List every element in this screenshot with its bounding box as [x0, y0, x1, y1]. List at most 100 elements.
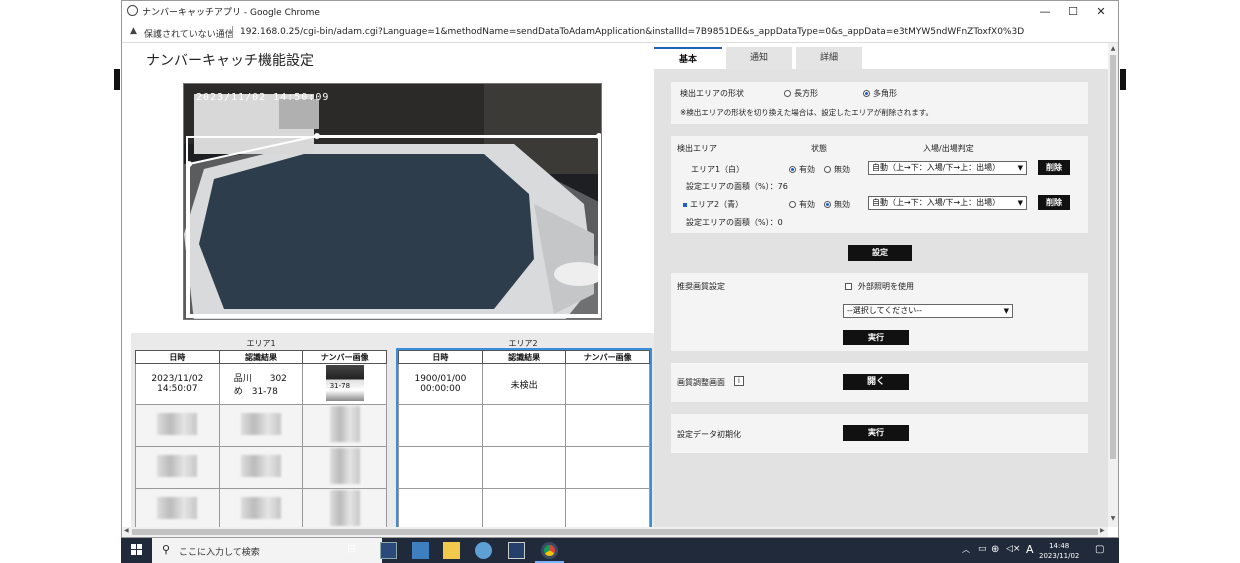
- column-header: ナンバー画像: [302, 350, 387, 364]
- volume-icon[interactable]: ◁×: [1006, 544, 1020, 554]
- col-state-header: 状態: [811, 144, 827, 153]
- notification-icon[interactable]: ▢: [1095, 544, 1104, 555]
- quality-label: 推奨画質設定: [677, 282, 725, 291]
- radio-polygon[interactable]: [863, 90, 870, 97]
- shape-option-rect[interactable]: 長方形: [784, 88, 818, 99]
- ime-indicator[interactable]: A: [1026, 543, 1034, 556]
- radio-area1-on[interactable]: [789, 166, 796, 173]
- area2-delete-button[interactable]: 削除: [1038, 195, 1070, 210]
- clock-date: 2023/11/02: [1039, 552, 1080, 560]
- area2-name: エリア2（青）: [683, 199, 743, 210]
- col-area-header: 検出エリア: [677, 144, 717, 153]
- background-strip: [1120, 69, 1126, 90]
- area1-delete-button[interactable]: 削除: [1038, 160, 1070, 175]
- table-row[interactable]: 2023/11/02 14:50:07 品川 302 め 31-78 31-78: [135, 363, 387, 405]
- area2-on[interactable]: 有効: [789, 199, 815, 210]
- init-panel: 設定データ初期化 実行: [671, 414, 1088, 453]
- quality-run-button[interactable]: 実行: [843, 330, 909, 345]
- task-view-icon[interactable]: ⊟: [347, 542, 364, 559]
- area1-on[interactable]: 有効: [789, 164, 815, 175]
- tab-basic[interactable]: 基本: [654, 47, 722, 69]
- time-text: 00:00:00: [420, 384, 461, 394]
- plate-image-cell[interactable]: 31-78: [302, 363, 387, 405]
- vertical-scrollbar[interactable]: ▲ ▼: [1108, 43, 1118, 527]
- tab-detail[interactable]: 詳細: [796, 47, 862, 69]
- date-text: 2023/11/02: [151, 374, 204, 384]
- date-cell: 2023/11/02 14:50:07: [135, 363, 220, 405]
- scroll-up-icon[interactable]: ▲: [1108, 45, 1118, 52]
- blurred-cell: [218, 446, 304, 489]
- scroll-right-icon[interactable]: ▶: [1100, 527, 1105, 534]
- network-icon[interactable]: ⊕: [991, 544, 999, 555]
- address-bar[interactable]: ▲ 保護されていない通信 192.168.0.25/cgi-bin/adam.c…: [122, 22, 1118, 43]
- radio-area2-off[interactable]: [824, 201, 831, 208]
- scroll-left-icon[interactable]: ◀: [124, 527, 129, 534]
- clock[interactable]: 14:48 2023/11/02: [1039, 541, 1079, 561]
- windows-start-icon[interactable]: [131, 544, 143, 556]
- scroll-down-icon[interactable]: ▼: [1108, 515, 1118, 522]
- area-panel: 検出エリア 状態 入場/出場判定 エリア1（白） 有効 無効 自動（上→下：入場…: [671, 136, 1088, 233]
- chrome-icon[interactable]: [541, 542, 558, 559]
- set-button[interactable]: 設定: [848, 245, 912, 261]
- plate-line2: め 31-78: [233, 387, 278, 397]
- table-row: [398, 404, 650, 447]
- chevron-up-icon[interactable]: ︿: [962, 544, 970, 555]
- external-light-option[interactable]: 外部照明を使用: [845, 281, 914, 292]
- scroll-thumb[interactable]: [1110, 55, 1116, 459]
- shape-option-polygon[interactable]: 多角形: [863, 88, 897, 99]
- table-row: [398, 488, 650, 527]
- table-row: [398, 446, 650, 489]
- app-icon[interactable]: [508, 542, 525, 559]
- browser-icon[interactable]: [475, 542, 492, 559]
- table-row[interactable]: [135, 446, 387, 489]
- title-bar: ナンバーキャッチアプリ - Google Chrome — ☐ ✕: [122, 1, 1118, 22]
- minimize-button[interactable]: —: [1032, 3, 1058, 20]
- url-text[interactable]: 192.168.0.25/cgi-bin/adam.cgi?Language=1…: [240, 27, 1024, 37]
- blurred-cell: [218, 404, 304, 447]
- shape-label: 検出エリアの形状: [680, 89, 744, 98]
- chevron-down-icon: ▼: [1017, 199, 1023, 207]
- app-icon[interactable]: [380, 542, 397, 559]
- init-run-button[interactable]: 実行: [843, 425, 909, 441]
- folder-icon[interactable]: [443, 542, 460, 559]
- table-row[interactable]: 1900/01/00 00:00:00 未検出: [398, 363, 650, 405]
- scroll-thumb[interactable]: [132, 529, 1098, 535]
- shape-panel: 検出エリアの形状 長方形 多角形 ※検出エリアの形状を切り換えた場合は、設定した…: [671, 82, 1088, 124]
- search-placeholder[interactable]: ここに入力して検索: [179, 545, 260, 558]
- quality-select[interactable]: --選択してください-- ▼: [843, 304, 1013, 318]
- horizontal-scrollbar[interactable]: ◀ ▶: [122, 527, 1108, 537]
- area2-marker: [683, 202, 687, 207]
- area2-off[interactable]: 無効: [824, 199, 850, 210]
- close-button[interactable]: ✕: [1088, 3, 1114, 20]
- battery-icon[interactable]: ▭: [978, 544, 987, 554]
- table-row[interactable]: [135, 488, 387, 527]
- maximize-button[interactable]: ☐: [1060, 3, 1086, 20]
- tab-notification[interactable]: 通知: [726, 47, 792, 69]
- column-header: 認識結果: [481, 350, 567, 364]
- clock-time: 14:48: [1049, 542, 1070, 550]
- plate-image[interactable]: 31-78: [325, 364, 364, 401]
- chrome-app-icon: [127, 5, 138, 16]
- warning-icon[interactable]: ▲: [130, 26, 137, 36]
- external-light-checkbox[interactable]: [845, 283, 852, 290]
- security-status[interactable]: 保護されていない通信: [144, 27, 234, 40]
- area2-judge-select[interactable]: 自動（上→下：入場/下→上：出場） ▼: [868, 196, 1027, 210]
- camera-view[interactable]: 2023/11/02 14:50:09: [183, 83, 602, 320]
- table-row[interactable]: [135, 404, 387, 447]
- radio-area2-on[interactable]: [789, 201, 796, 208]
- area1-label: エリア1: [246, 339, 276, 348]
- radio-rect[interactable]: [784, 90, 791, 97]
- window-title: ナンバーキャッチアプリ - Google Chrome: [142, 8, 320, 18]
- info-icon[interactable]: i: [734, 376, 744, 386]
- mail-icon[interactable]: [412, 542, 429, 559]
- plate-result-cell: 品川 302 め 31-78: [218, 363, 304, 405]
- column-header: 日時: [398, 350, 483, 364]
- open-button[interactable]: 開く: [843, 374, 909, 390]
- radio-area1-off[interactable]: [824, 166, 831, 173]
- area2-results-table: 日時 認識結果 ナンバー画像 1900/01/00 00:00:00 未検出: [396, 348, 652, 527]
- divider: [232, 26, 233, 38]
- area1-judge-select[interactable]: 自動（上→下：入場/下→上：出場） ▼: [868, 161, 1027, 175]
- area1-off[interactable]: 無効: [824, 164, 850, 175]
- col-judge-header: 入場/出場判定: [923, 144, 974, 153]
- blurred-cell: [135, 488, 220, 527]
